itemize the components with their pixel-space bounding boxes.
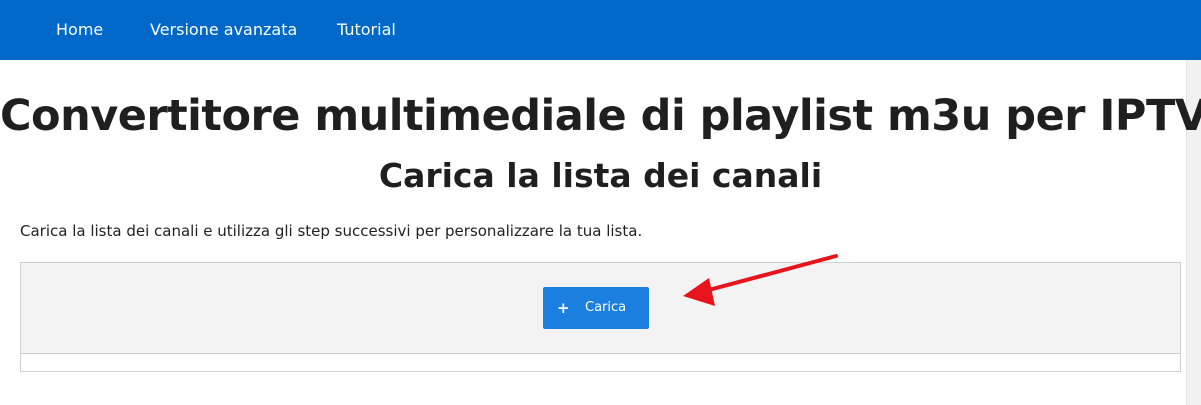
upload-panel-footer	[20, 353, 1181, 372]
plus-icon: +	[557, 299, 570, 317]
intro-text: Carica la lista dei canali e utilizza gl…	[20, 222, 643, 240]
upload-button-label: Carica	[585, 300, 627, 315]
nav-item-tutorial[interactable]: Tutorial	[337, 19, 396, 41]
nav-item-versione-avanzata[interactable]: Versione avanzata	[150, 19, 297, 41]
page-subtitle: Carica la lista dei canali	[378, 156, 823, 195]
top-navbar: Home Versione avanzata Tutorial	[0, 0, 1201, 60]
page-title: Convertitore multimediale di playlist m3…	[0, 91, 1201, 141]
upload-button[interactable]: + Carica	[543, 287, 649, 329]
nav-item-home[interactable]: Home	[56, 19, 103, 41]
